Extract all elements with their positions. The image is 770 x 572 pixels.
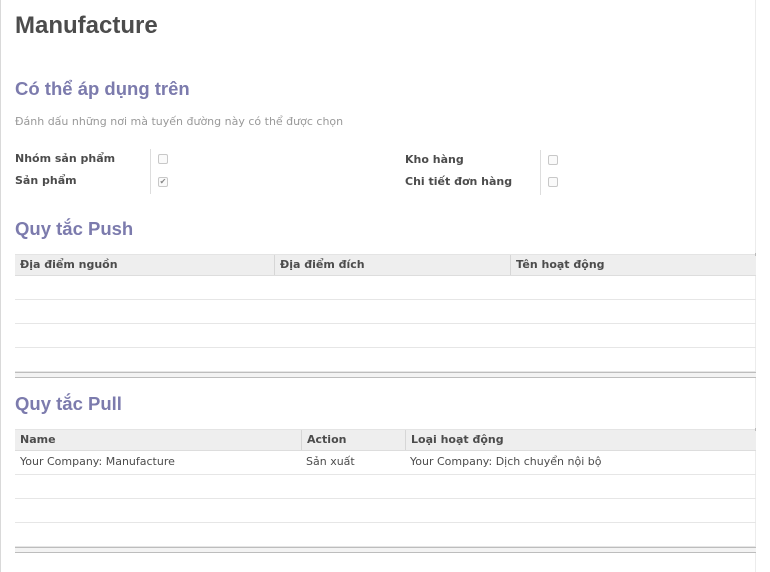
table-row <box>15 324 756 348</box>
field-label-product-category: Nhóm sản phẩm <box>15 152 116 165</box>
pull-table-header: Name Action Loại hoạt động <box>15 428 756 451</box>
cell-rule-operation-type: Your Company: Dịch chuyển nội bộ <box>410 455 602 468</box>
applicable-hint: Đánh dấu những nơi mà tuyến đường này có… <box>15 115 344 128</box>
checkbox-product-category[interactable] <box>158 154 168 164</box>
field-separator-right <box>540 150 541 195</box>
cell-rule-action: Sản xuất <box>306 455 355 468</box>
table-row <box>15 348 756 372</box>
column-destination-location[interactable]: Địa điểm đích <box>274 255 510 275</box>
header-corner-tick <box>755 428 756 431</box>
push-table-header: Địa điểm nguồn Địa điểm đích Tên hoạt độ… <box>15 253 756 276</box>
column-operation-type[interactable]: Loại hoạt động <box>405 430 756 450</box>
column-source-location[interactable]: Địa điểm nguồn <box>15 255 274 275</box>
table-row[interactable]: Your Company: Manufacture Sản xuất Your … <box>15 451 756 475</box>
push-table-footer <box>15 372 756 378</box>
header-corner-tick <box>755 253 756 256</box>
field-label-order-line: Chi tiết đơn hàng <box>405 175 513 188</box>
field-label-product: Sản phẩm <box>15 174 77 187</box>
push-section-title: Quy tắc Push <box>15 218 134 239</box>
table-row <box>15 276 756 300</box>
checkbox-warehouse[interactable] <box>548 155 558 165</box>
field-label-warehouse: Kho hàng <box>405 153 464 166</box>
field-separator-left <box>150 149 151 194</box>
pull-table-footer <box>15 547 756 553</box>
applicable-section-title: Có thể áp dụng trên <box>15 78 190 99</box>
column-operation-type[interactable]: Tên hoạt động <box>510 255 756 275</box>
checkbox-product[interactable]: ✔ <box>158 177 168 187</box>
checkbox-order-line[interactable] <box>548 177 558 187</box>
table-row <box>15 475 756 499</box>
table-row <box>15 300 756 324</box>
left-border <box>0 0 1 572</box>
push-rules-table: Địa điểm nguồn Địa điểm đích Tên hoạt độ… <box>15 253 756 378</box>
table-row <box>15 499 756 523</box>
column-name[interactable]: Name <box>15 430 301 450</box>
pull-section-title: Quy tắc Pull <box>15 393 122 414</box>
cell-rule-name: Your Company: Manufacture <box>20 455 175 468</box>
table-row <box>15 523 756 547</box>
page-title: Manufacture <box>15 12 158 39</box>
pull-rules-table: Name Action Loại hoạt động Your Company:… <box>15 428 756 553</box>
column-action[interactable]: Action <box>301 430 405 450</box>
